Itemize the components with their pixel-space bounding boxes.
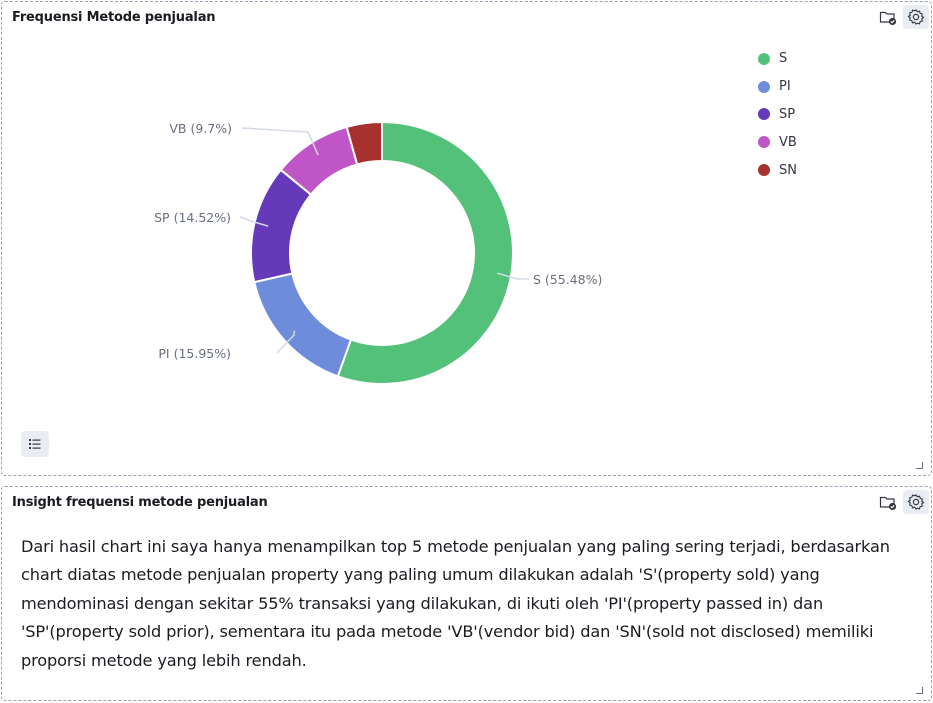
folder-check-icon <box>879 496 897 511</box>
legend-label: SN <box>779 162 797 178</box>
legend-swatch <box>758 80 770 93</box>
list-icon <box>29 439 41 449</box>
panel-menu-button[interactable] <box>875 490 901 514</box>
legend-label: PI <box>779 79 791 95</box>
panel-title: Insight frequensi metode penjualan <box>12 495 268 510</box>
slice-label-s: S (55.48%) <box>533 272 602 287</box>
gear-icon <box>907 494 925 510</box>
donut-slice-pi[interactable] <box>253 272 353 378</box>
slice-label-vb: VB (9.7%) <box>169 121 232 136</box>
legend-swatch <box>758 136 770 149</box>
legend-toggle-button[interactable] <box>21 431 49 457</box>
panel-actions <box>875 490 929 514</box>
legend-swatch <box>758 108 770 121</box>
chart-panel: Frequensi Metode penjualan S (55.48%) PI … <box>1 1 932 476</box>
resize-handle[interactable] <box>916 462 923 469</box>
slice-label-pi: PI (15.95%) <box>158 346 231 361</box>
legend-label: S <box>779 51 788 67</box>
legend-swatch <box>758 52 770 65</box>
slice-label-sp: SP (14.52%) <box>154 210 231 225</box>
legend-label: VB <box>779 134 797 150</box>
chart-legend: S PI SP VB SN <box>758 45 797 184</box>
insight-panel: Insight frequensi metode penjualan Dari … <box>1 486 932 701</box>
legend-swatch <box>758 164 770 177</box>
legend-item-sp[interactable]: SP <box>758 101 797 129</box>
legend-item-s[interactable]: S <box>758 45 797 73</box>
legend-item-sn[interactable]: SN <box>758 156 797 184</box>
insight-text: Dari hasil chart ini saya hanya menampil… <box>21 537 890 670</box>
resize-handle[interactable] <box>916 687 923 694</box>
legend-item-pi[interactable]: PI <box>758 73 797 101</box>
settings-button[interactable] <box>903 490 929 514</box>
legend-label: SP <box>779 106 796 122</box>
legend-item-vb[interactable]: VB <box>758 128 797 156</box>
